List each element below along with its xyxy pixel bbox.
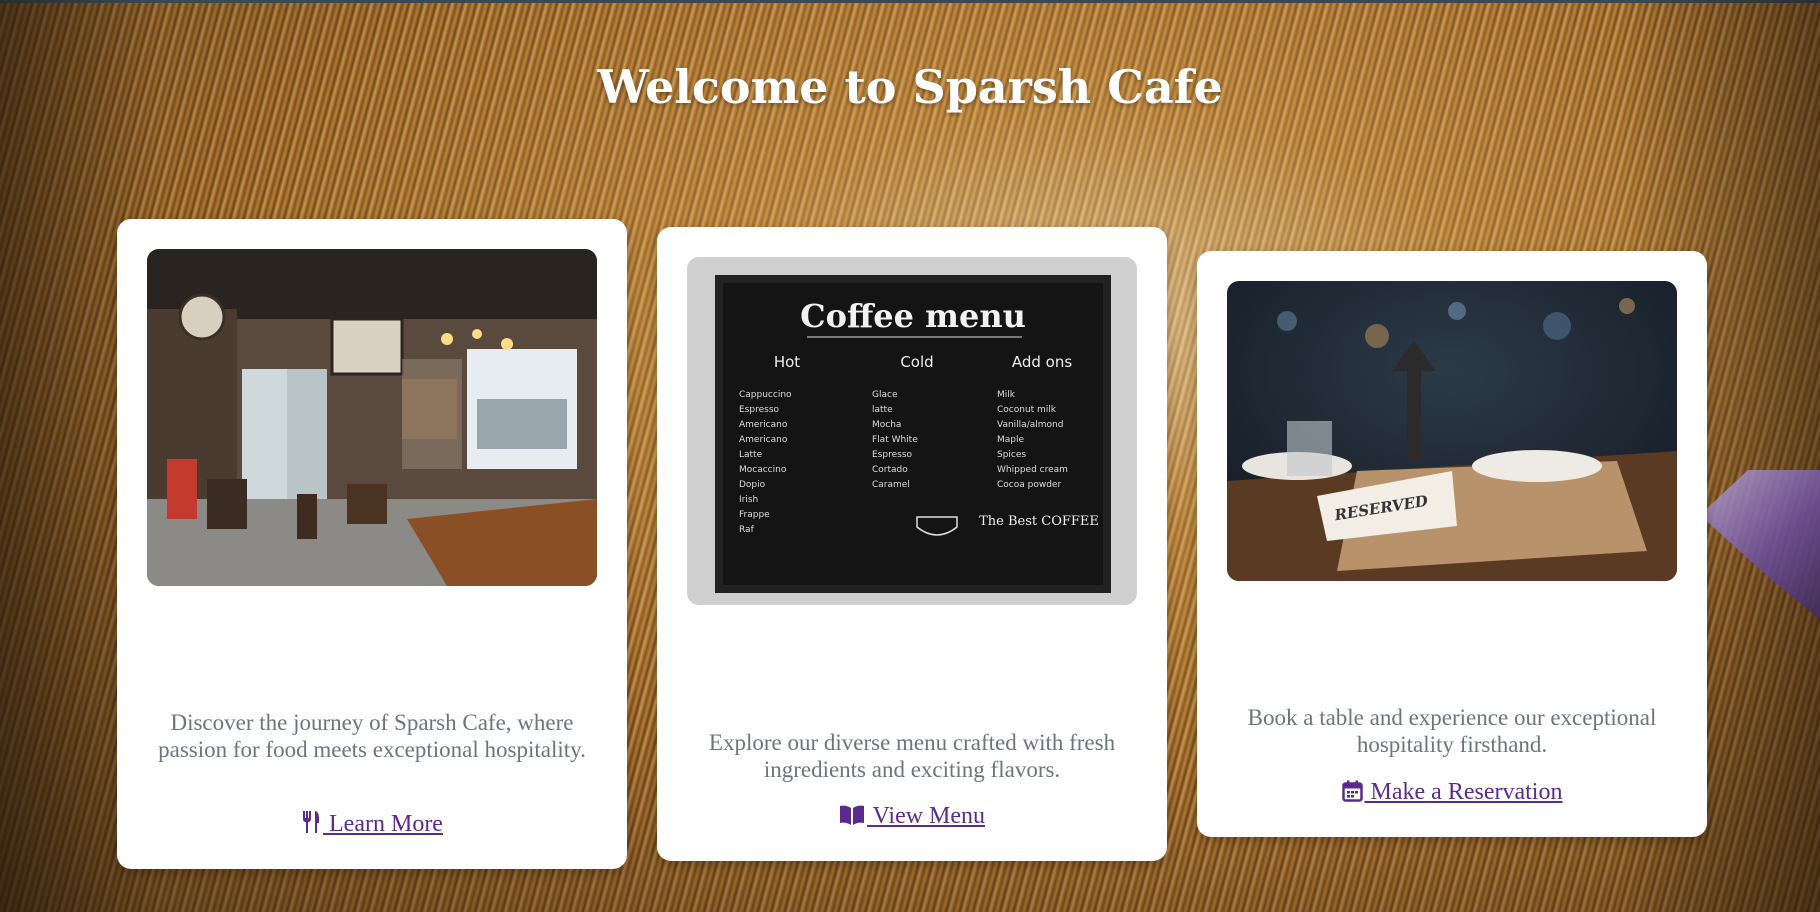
view-menu-link[interactable]: View Menu <box>657 803 1167 830</box>
page-title: Welcome to Sparsh Cafe <box>597 60 1223 114</box>
utensils-icon <box>303 811 320 833</box>
book-open-icon <box>839 805 864 825</box>
menu-board-item: Caramel <box>872 480 910 490</box>
about-description: Discover the journey of Sparsh Cafe, whe… <box>158 710 586 762</box>
menu-board-badge: The Best COFFEE <box>979 514 1099 529</box>
menu-board-item: Mocaccino <box>739 465 787 475</box>
menu-board-item: Mocha <box>872 420 901 430</box>
reserved-table-image: RESERVED <box>1227 281 1677 581</box>
about-card: Discover the journey of Sparsh Cafe, whe… <box>117 219 627 869</box>
menu-board-item: Maple <box>997 435 1024 445</box>
menu-board-item: Espresso <box>872 450 913 460</box>
menu-board-item: Glace <box>872 390 898 400</box>
menu-board-item: Espresso <box>739 405 780 415</box>
menu-board-item: Cocoa powder <box>997 480 1061 490</box>
make-reservation-link[interactable]: Make a Reservation <box>1197 779 1707 806</box>
top-border <box>0 0 1820 3</box>
menu-board-item: Flat White <box>872 435 918 445</box>
menu-board-item: Cappuccino <box>739 390 792 400</box>
menu-board-heading: Coffee menu <box>800 297 1026 335</box>
calendar-icon <box>1341 780 1363 802</box>
menu-board-item: Dopio <box>739 480 766 490</box>
cafe-interior-image <box>147 249 597 586</box>
reservation-card: RESERVED Book a table and experience our… <box>1197 251 1707 837</box>
coffee-menu-image: Coffee menu Hot Cold Add ons Cappuccino E… <box>687 257 1137 605</box>
menu-board-item: Spices <box>997 450 1026 460</box>
learn-more-link[interactable]: Learn More <box>117 810 627 838</box>
menu-board-item: Coconut milk <box>997 405 1057 415</box>
menu-board-item: Whipped cream <box>997 465 1068 475</box>
menu-description: Explore our diverse menu crafted with fr… <box>708 730 1116 782</box>
menu-board-item: latte <box>872 405 893 415</box>
menu-board-item: Irish <box>739 495 758 505</box>
menu-board-item: Milk <box>997 390 1016 400</box>
menu-board-item: Cortado <box>872 465 908 475</box>
menu-board-item: Frappe <box>739 510 770 520</box>
menu-board-item: Raf <box>739 525 755 535</box>
make-reservation-label: Make a Reservation <box>1364 779 1563 805</box>
menu-col-cold: Cold <box>900 353 933 371</box>
menu-board-item: Latte <box>739 450 763 460</box>
menu-board-item: Americano <box>739 435 788 445</box>
menu-board-item: Americano <box>739 420 788 430</box>
reservation-description: Book a table and experience our exceptio… <box>1247 705 1657 757</box>
menu-board-item: Vanilla/almond <box>997 420 1063 430</box>
menu-card: Coffee menu Hot Cold Add ons Cappuccino E… <box>657 227 1167 861</box>
view-menu-label: View Menu <box>866 803 986 829</box>
menu-col-hot: Hot <box>774 353 800 371</box>
menu-col-addons: Add ons <box>1012 353 1072 371</box>
learn-more-label: Learn More <box>323 811 443 837</box>
